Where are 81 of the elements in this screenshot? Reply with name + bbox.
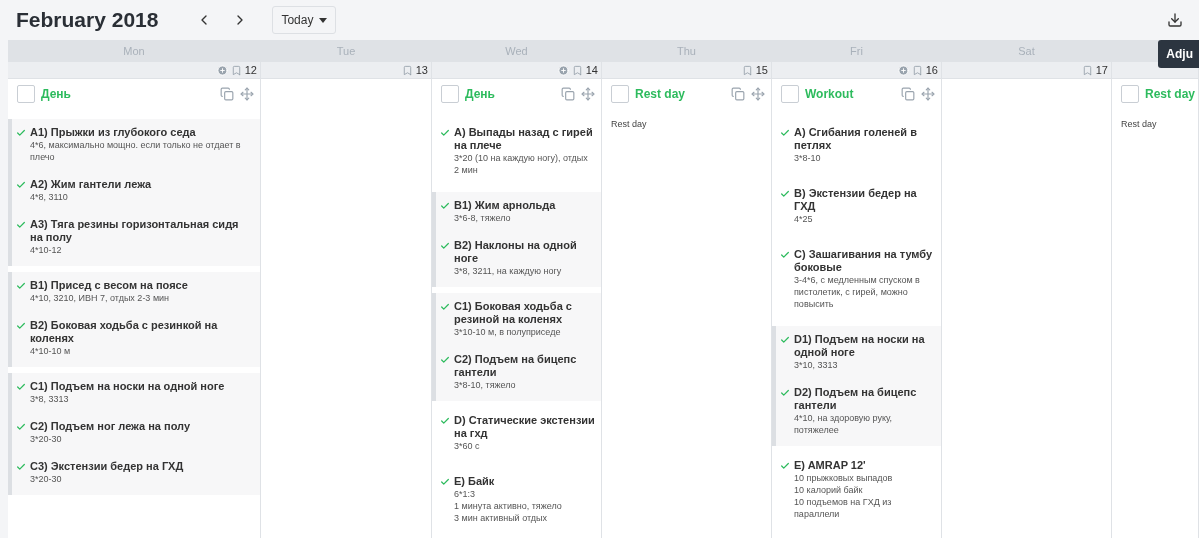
bookmark-icon[interactable] <box>1081 64 1093 76</box>
exercise-name[interactable]: C2) Подъем на бицепс гантели <box>454 353 595 379</box>
copy-icon[interactable] <box>561 87 575 101</box>
exercise-details: 3*20 (10 на каждую ногу), отдых 2 мин <box>454 152 589 176</box>
exercise-details: 3*20-30 <box>30 433 63 445</box>
move-icon[interactable] <box>240 87 254 101</box>
today-dropdown[interactable]: Today <box>272 6 337 34</box>
exercise-name[interactable]: E) AMRAP 12' <box>794 459 935 472</box>
add-icon[interactable] <box>897 64 909 76</box>
date-number: 12 <box>244 64 257 76</box>
date-number: 17 <box>1095 64 1108 76</box>
checkbox[interactable] <box>17 85 35 103</box>
bookmark-icon[interactable] <box>401 64 413 76</box>
exercise-name[interactable]: С1) Подъем на носки на одной ноге <box>30 380 225 393</box>
exercise-details: 10 калорий байк <box>794 484 864 496</box>
bookmark-icon[interactable] <box>911 64 923 76</box>
exercise-details: 3*8, 3211, на каждую ногу <box>454 265 563 277</box>
date-number: 15 <box>755 64 768 76</box>
exercise-name[interactable]: В2) Боковая ходьба с резинкой на коленях <box>30 319 254 345</box>
exercise-name[interactable]: А2) Жим гантели лежа <box>30 178 152 191</box>
exercise-details: 4*8, 3110 <box>30 191 69 203</box>
checkbox[interactable] <box>611 85 629 103</box>
exercise-name[interactable]: А3) Тяга резины горизонтальная сидя на полу <box>30 218 254 244</box>
exercise-details: 3-4*6, с медленным спуском в пистолетик, с гирей, можно повысить <box>794 274 921 310</box>
exercise-details: 4*10-12 <box>30 244 63 256</box>
exercise-name[interactable]: E) Байк <box>454 475 562 488</box>
date-number: 14 <box>585 64 598 76</box>
month-title: February 2018 <box>16 8 159 32</box>
checkbox[interactable] <box>781 85 799 103</box>
move-icon[interactable] <box>921 87 935 101</box>
exercise-details: 3 мин активный отдых <box>454 512 548 524</box>
exercise-name[interactable]: С3) Экстензии бедер на ГХД <box>30 460 184 473</box>
add-icon[interactable] <box>557 64 569 76</box>
bookmark-icon[interactable] <box>741 64 753 76</box>
exercise-name[interactable]: В1) Присед с весом на поясе <box>30 279 188 292</box>
exercise-details: 3*20-30 <box>30 473 63 485</box>
exercise-details: 3*8-10 <box>794 152 822 164</box>
bookmark-icon[interactable] <box>230 64 242 76</box>
workout-note: Rest day <box>1120 119 1158 129</box>
copy-icon[interactable] <box>731 87 745 101</box>
move-icon[interactable] <box>751 87 765 101</box>
exercise-details: 1 минута активно, тяжело <box>454 500 562 512</box>
exercise-details: 10 подъемов на ГХД из параллели <box>794 496 893 520</box>
move-icon[interactable] <box>581 87 595 101</box>
exercise-name[interactable]: D1) Подъем на носки на одной ноге <box>794 333 935 359</box>
exercise-details: 3*6-8, тяжело <box>454 212 512 224</box>
exercise-name[interactable]: B2) Наклоны на одной ноге <box>454 239 595 265</box>
download-icon[interactable] <box>1167 12 1183 28</box>
exercise-details: 3*60 с <box>454 440 481 452</box>
exercise-details: 4*10-10 м <box>30 345 72 357</box>
checkbox[interactable] <box>1121 85 1139 103</box>
exercise-details: 4*6, максимально мощно. если только не отдает в плечо <box>30 139 242 163</box>
exercise-name[interactable]: C1) Боковая ходьба с резиной на коленях <box>454 300 595 326</box>
exercise-details: 10 прыжковых выпадов <box>794 472 894 484</box>
checkbox[interactable] <box>441 85 459 103</box>
workout-note: Rest day <box>610 119 648 129</box>
exercise-name[interactable]: D2) Подъем на бицепс гантели <box>794 386 935 412</box>
exercise-details: 4*25 <box>794 213 814 225</box>
exercise-details: 3*8, 3313 <box>30 393 70 405</box>
exercise-details: 4*10, 3210, ИВН 7, отдых 2-3 мин <box>30 292 171 304</box>
date-number: 13 <box>415 64 428 76</box>
exercise-name[interactable]: C) Зашагивания на тумбу боковые <box>794 248 935 274</box>
caret-icon <box>319 17 328 23</box>
exercise-details: 3*10, 3313 <box>794 359 839 371</box>
add-icon[interactable] <box>216 64 228 76</box>
bookmark-icon[interactable] <box>571 64 583 76</box>
exercise-name[interactable]: A) Выпады назад с гирей на плече <box>454 126 595 152</box>
exercise-details: 4*10, на здоровую руку, потяжелее <box>794 412 894 436</box>
exercise-details: 6*1:3 <box>454 488 477 500</box>
exercise-name[interactable]: А1) Прыжки из глубокого седа <box>30 126 254 139</box>
date-number: 16 <box>925 64 938 76</box>
copy-icon[interactable] <box>220 87 234 101</box>
exercise-name[interactable]: С2) Подъем ног лежа на полу <box>30 420 191 433</box>
exercise-name[interactable]: D) Статические экстензии на гхд <box>454 414 595 440</box>
exercise-name[interactable]: A) Сгибания голеней в петлях <box>794 126 935 152</box>
copy-icon[interactable] <box>901 87 915 101</box>
exercise-details: 3*8-10, тяжело <box>454 379 517 391</box>
exercise-details: 3*10-10 м, в полуприседе <box>454 326 562 338</box>
exercise-name[interactable]: B) Экстензии бедер на ГХД <box>794 187 935 213</box>
tooltip: Adju <box>1158 40 1199 68</box>
exercise-name[interactable]: B1) Жим арнольда <box>454 199 556 212</box>
